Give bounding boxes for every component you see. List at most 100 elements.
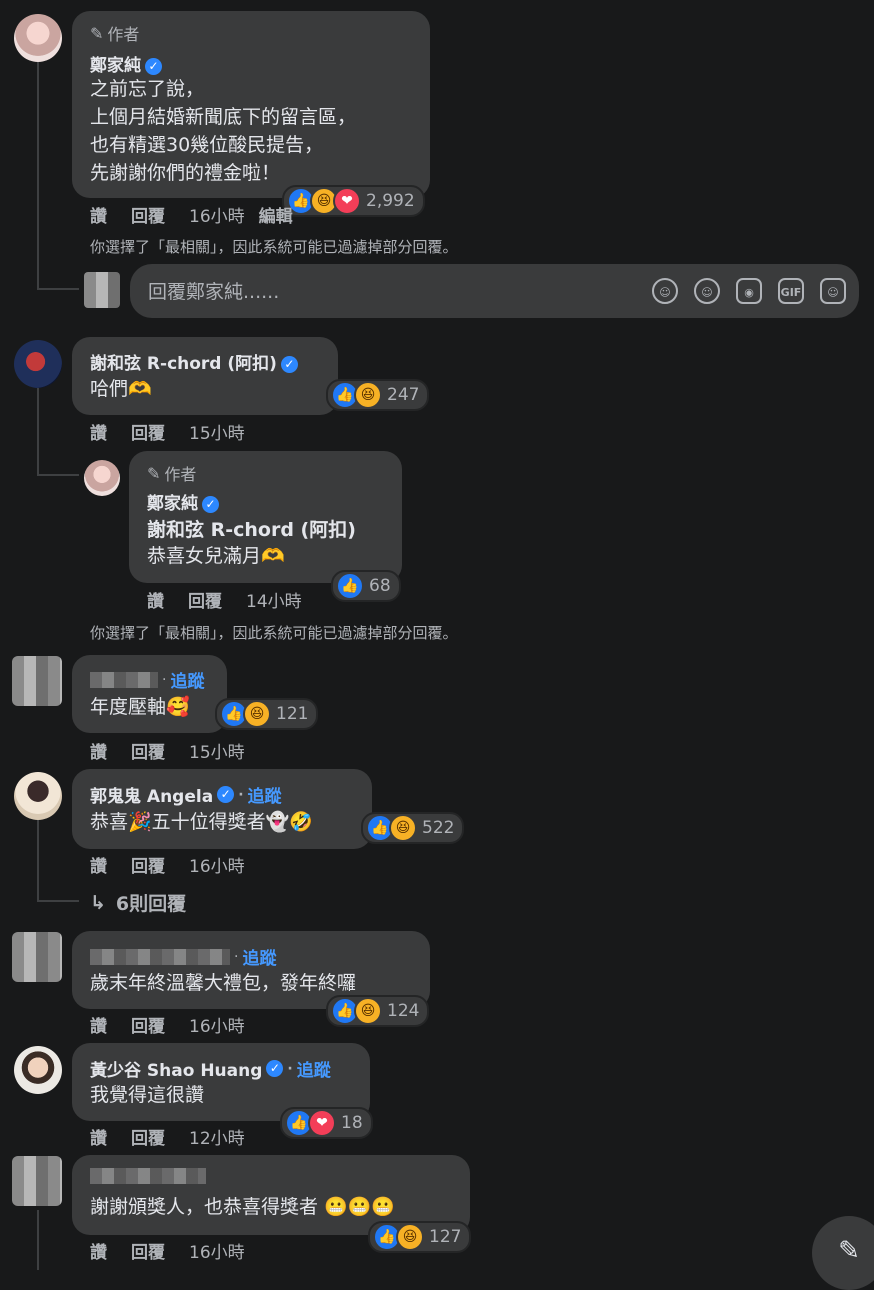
commenter-name[interactable]: 鄭家純 ✓ <box>147 489 219 514</box>
comment-actions: 讚 回覆 16小時 編輯 <box>90 202 293 227</box>
verified-badge-icon: ✓ <box>280 356 298 373</box>
like-button[interactable]: 讚 <box>90 1238 107 1263</box>
comment-bubble: · 追蹤 年度壓軸🥰 <box>72 655 227 733</box>
thread-line <box>37 820 39 902</box>
timestamp[interactable]: 16小時 <box>189 1238 245 1263</box>
verified-badge-icon: ✓ <box>202 496 219 513</box>
reply-button[interactable]: 回覆 <box>131 1124 165 1149</box>
timestamp[interactable]: 15小時 <box>189 419 245 444</box>
sticker-icon[interactable]: ☺ <box>820 278 846 304</box>
emoji-icon[interactable]: ☺ <box>694 278 720 304</box>
comment-text: 恭喜🎉五十位得獎者👻🤣 <box>90 811 313 833</box>
comment-text: 哈們🫶 <box>90 378 152 400</box>
mention-link[interactable]: 謝和弦 R-chord (阿扣) <box>147 515 356 542</box>
avatar[interactable] <box>12 1156 62 1206</box>
avatar[interactable] <box>84 272 120 308</box>
avatar-sticker-icon[interactable]: ☺ <box>652 278 678 304</box>
commenter-name[interactable]: 謝和弦 R-chord (阿扣) ✓ <box>90 349 298 374</box>
gif-icon[interactable]: GIF <box>778 278 804 304</box>
comment-actions: 讚 回覆 16小時 <box>90 852 245 877</box>
camera-icon[interactable]: ◉ <box>736 278 762 304</box>
avatar[interactable] <box>12 656 62 706</box>
follow-button[interactable]: 追蹤 <box>242 944 276 969</box>
reply-button[interactable]: 回覆 <box>131 1238 165 1263</box>
reply-button[interactable]: 回覆 <box>131 1012 165 1037</box>
avatar[interactable] <box>14 1046 62 1094</box>
reaction-summary[interactable]: 👍 ❤ 18 <box>280 1107 373 1139</box>
filter-notice: 你選擇了「最相關」，因此系統可能已過濾掉部分回覆。 <box>90 624 458 642</box>
reply-button[interactable]: 回覆 <box>131 738 165 763</box>
author-badge: ✎ 作者 <box>90 23 140 45</box>
comment-text: 之前忘了說， <box>90 78 205 100</box>
avatar[interactable] <box>14 14 62 62</box>
edit-button[interactable]: 編輯 <box>259 202 293 227</box>
reply-button[interactable]: 回覆 <box>131 202 165 227</box>
reaction-count: 247 <box>387 385 420 405</box>
separator-dot: · <box>238 786 244 803</box>
avatar[interactable] <box>14 772 62 820</box>
thread-line <box>37 474 79 476</box>
comment-bubble: 謝和弦 R-chord (阿扣) ✓ 哈們🫶 <box>72 337 338 415</box>
reaction-summary[interactable]: 👍 😆 ❤ 2,992 <box>282 185 425 217</box>
timestamp[interactable]: 15小時 <box>189 738 245 763</box>
reaction-summary[interactable]: 👍 😆 121 <box>215 698 319 730</box>
avatar[interactable] <box>14 340 62 388</box>
commenter-name[interactable]: 鄭家純 ✓ <box>90 51 162 76</box>
reaction-count: 121 <box>276 704 309 724</box>
follow-button[interactable]: 追蹤 <box>297 1056 331 1081</box>
like-button[interactable]: 讚 <box>90 419 107 444</box>
separator-dot: · <box>162 671 167 688</box>
reaction-count: 522 <box>422 818 455 838</box>
like-reaction-icon: 👍 <box>336 572 364 600</box>
commenter-name[interactable]: 黃少谷 Shao Huang ✓ · 追蹤 <box>90 1056 331 1081</box>
comment-bubble: 郭鬼鬼 Angela ✓ · 追蹤 恭喜🎉五十位得獎者👻🤣 <box>72 769 372 849</box>
avatar[interactable] <box>84 460 120 496</box>
compose-icon[interactable]: ✎ <box>812 1216 874 1290</box>
timestamp[interactable]: 16小時 <box>189 202 245 227</box>
comment-bubble: ✎ 作者 鄭家純 ✓ 謝和弦 R-chord (阿扣) 恭喜女兒滿月🫶 <box>129 451 402 583</box>
view-replies-button[interactable]: ↳ 6則回覆 <box>90 889 186 916</box>
like-button[interactable]: 讚 <box>90 852 107 877</box>
timestamp[interactable]: 14小時 <box>246 587 302 612</box>
haha-reaction-icon: 😆 <box>243 700 271 728</box>
follow-button[interactable]: 追蹤 <box>248 782 282 807</box>
timestamp[interactable]: 16小時 <box>189 852 245 877</box>
comment-actions: 讚 回覆 15小時 <box>90 738 245 763</box>
blurred-name <box>90 948 230 965</box>
comment-bubble: ✎ 作者 鄭家純 ✓ 之前忘了說， 上個月結婚新聞底下的留言區， 也有精選30幾位… <box>72 11 430 198</box>
follow-button[interactable]: 追蹤 <box>170 667 204 692</box>
commenter-name[interactable]: 郭鬼鬼 Angela ✓ · 追蹤 <box>90 782 282 807</box>
reaction-summary[interactable]: 👍 😆 522 <box>361 812 465 844</box>
comment-text: 謝謝頒獎人，也恭喜得獎者 😬😬😬 <box>90 1196 396 1218</box>
reply-input-placeholder: 回覆鄭家純...... <box>148 281 280 303</box>
like-button[interactable]: 讚 <box>147 587 164 612</box>
reaction-summary[interactable]: 👍 😆 247 <box>326 379 430 411</box>
timestamp[interactable]: 12小時 <box>189 1124 245 1149</box>
timestamp[interactable]: 16小時 <box>189 1012 245 1037</box>
avatar[interactable] <box>12 932 62 982</box>
reaction-summary[interactable]: 👍 😆 124 <box>326 995 430 1027</box>
haha-reaction-icon: 😆 <box>354 997 382 1025</box>
pencil-icon: ✎ <box>90 23 104 43</box>
love-reaction-icon: ❤ <box>308 1109 336 1137</box>
reply-input-box[interactable]: 回覆鄭家純...... ☺ ☺ ◉ GIF ☺ <box>130 264 859 318</box>
thread-line <box>37 388 39 476</box>
reaction-summary[interactable]: 👍 68 <box>331 570 401 602</box>
like-button[interactable]: 讚 <box>90 1012 107 1037</box>
haha-reaction-icon: 😆 <box>354 381 382 409</box>
reply-button[interactable]: 回覆 <box>131 852 165 877</box>
reply-button[interactable]: 回覆 <box>131 419 165 444</box>
comment-text: 上個月結婚新聞底下的留言區， <box>90 106 357 128</box>
blurred-name <box>90 671 158 688</box>
like-button[interactable]: 讚 <box>90 202 107 227</box>
reaction-summary[interactable]: 👍 😆 127 <box>368 1221 472 1253</box>
thread-line <box>37 62 39 290</box>
like-button[interactable]: 讚 <box>90 738 107 763</box>
comment-text: 先謝謝你們的禮金啦！ <box>90 162 281 184</box>
verified-badge-icon: ✓ <box>266 1060 284 1077</box>
thread-line <box>37 1210 39 1270</box>
reply-button[interactable]: 回覆 <box>188 587 222 612</box>
comment-text: 恭喜女兒滿月🫶 <box>147 545 285 567</box>
reaction-count: 18 <box>341 1113 363 1133</box>
like-button[interactable]: 讚 <box>90 1124 107 1149</box>
